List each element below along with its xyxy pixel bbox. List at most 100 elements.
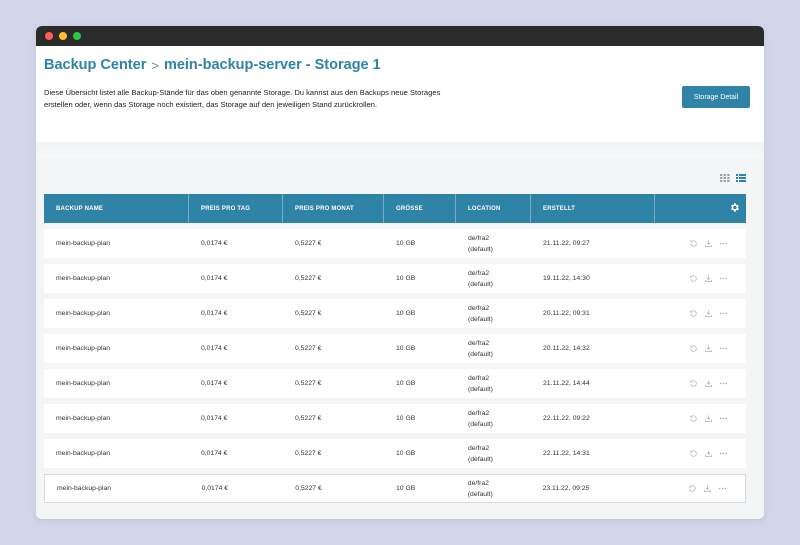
groesse: 10 GB (396, 450, 416, 457)
column-header-backup-name[interactable]: BACKUP NAME (44, 194, 189, 223)
table-row[interactable]: mein-backup-plan 0,0174 € 0,5227 € 10 GB… (44, 334, 746, 363)
view-toggles (720, 174, 746, 182)
table-row[interactable]: mein-backup-plan 0,0174 € 0,5227 € 10 GB… (44, 264, 746, 293)
preis-pro-monat: 0,5227 € (295, 240, 322, 247)
table-row[interactable]: mein-backup-plan 0,0174 € 0,5227 € 10 GB… (44, 474, 746, 503)
backup-name: mein-backup-plan (57, 485, 112, 492)
erstellt-cell: 20.11.22, 09:31 (531, 310, 655, 317)
page-title: mein-backup-server - Storage 1 (163, 57, 381, 73)
column-header-erstellt[interactable]: ERSTELLT (531, 194, 655, 223)
more-icon[interactable] (719, 309, 728, 318)
table-row[interactable]: mein-backup-plan 0,0174 € 0,5227 € 10 GB… (44, 404, 746, 433)
erstellt: 21.11.22, 14:44 (543, 380, 590, 387)
location-region: de/fra2 (468, 269, 490, 277)
download-icon[interactable] (704, 274, 713, 283)
close-window-button[interactable] (45, 32, 53, 40)
column-header-preis-pro-tag[interactable]: PREIS PRO TAG (189, 194, 283, 223)
app-window: Backup Center > mein-backup-server - Sto… (36, 26, 764, 519)
location-cell: de/fra2 (default) (456, 303, 531, 325)
restore-icon[interactable] (689, 239, 698, 248)
preis-monat-cell: 0,5227 € (283, 310, 384, 317)
restore-icon[interactable] (689, 309, 698, 318)
location-label: (default) (468, 315, 493, 323)
download-icon[interactable] (704, 449, 713, 458)
preis-pro-tag: 0,0174 € (201, 485, 229, 492)
grid-icon[interactable] (720, 174, 730, 182)
list-icon[interactable] (736, 174, 746, 182)
table-row[interactable]: mein-backup-plan 0,0174 € 0,5227 € 10 GB… (44, 229, 746, 258)
erstellt: 23.11.22, 09:25 (542, 485, 590, 492)
groesse-cell: 10 GB (384, 415, 456, 422)
preis-tag-cell: 0,0174 € (189, 345, 283, 352)
more-icon[interactable] (719, 414, 728, 423)
breadcrumb-separator: > (151, 57, 159, 73)
erstellt: 22.11.22, 14:31 (543, 450, 590, 457)
more-icon[interactable] (719, 274, 728, 283)
section-divider (36, 142, 764, 158)
erstellt-cell: 21.11.22, 14:44 (531, 380, 655, 387)
backup-name-cell: mein-backup-plan (44, 450, 189, 457)
erstellt: 21.11.22, 09:27 (543, 240, 590, 247)
restore-icon[interactable] (689, 344, 698, 353)
more-icon[interactable] (719, 239, 728, 248)
table-row[interactable]: mein-backup-plan 0,0174 € 0,5227 € 10 GB… (44, 439, 746, 468)
column-header-preis-pro-monat[interactable]: PREIS PRO MONAT (283, 194, 384, 223)
groesse: 10 GB (396, 380, 416, 387)
restore-icon[interactable] (689, 274, 698, 283)
groesse: 10 GB (396, 485, 416, 492)
preis-tag-cell: 0,0174 € (189, 240, 283, 247)
backup-name-cell: mein-backup-plan (44, 345, 189, 352)
download-icon[interactable] (704, 414, 713, 423)
download-icon[interactable] (704, 379, 713, 388)
preis-monat-cell: 0,5227 € (283, 380, 384, 387)
location-region: de/fra2 (467, 479, 489, 487)
erstellt: 19.11.22, 14:30 (543, 275, 590, 282)
maximize-window-button[interactable] (73, 32, 81, 40)
column-header-groesse[interactable]: GRÖSSE (384, 194, 456, 223)
preis-pro-monat: 0,5227 € (295, 450, 322, 457)
row-actions (655, 379, 746, 388)
row-actions (655, 449, 746, 458)
backup-name-cell: mein-backup-plan (44, 415, 189, 422)
preis-pro-tag: 0,0174 € (201, 275, 228, 282)
preis-monat-cell: 0,5227 € (283, 240, 384, 247)
download-icon[interactable] (703, 484, 712, 493)
more-icon[interactable] (719, 379, 728, 388)
restore-icon[interactable] (689, 414, 698, 423)
table-row[interactable]: mein-backup-plan 0,0174 € 0,5227 € 10 GB… (44, 369, 746, 398)
backup-name-cell: mein-backup-plan (44, 380, 189, 387)
row-actions (654, 484, 745, 493)
location-label: (default) (468, 245, 493, 253)
download-icon[interactable] (704, 309, 713, 318)
download-icon[interactable] (704, 344, 713, 353)
breadcrumb-root-link[interactable]: Backup Center (44, 57, 146, 73)
row-actions (655, 344, 746, 353)
groesse: 10 GB (396, 345, 416, 352)
preis-pro-tag: 0,0174 € (201, 310, 228, 317)
groesse-cell: 10 GB (384, 485, 456, 492)
restore-icon[interactable] (689, 449, 698, 458)
table-row[interactable]: mein-backup-plan 0,0174 € 0,5227 € 10 GB… (44, 299, 746, 328)
preis-pro-monat: 0,5227 € (295, 310, 322, 317)
more-icon[interactable] (719, 344, 728, 353)
backup-name: mein-backup-plan (56, 275, 111, 282)
row-actions (655, 274, 746, 283)
erstellt-cell: 22.11.22, 14:31 (531, 450, 655, 457)
backup-name: mein-backup-plan (56, 240, 111, 247)
column-header-location[interactable]: LOCATION (456, 194, 531, 223)
more-icon[interactable] (719, 449, 728, 458)
download-icon[interactable] (704, 239, 713, 248)
location-cell: de/fra2 (default) (456, 338, 531, 360)
more-icon[interactable] (718, 484, 727, 493)
preis-tag-cell: 0,0174 € (189, 415, 283, 422)
groesse-cell: 10 GB (384, 275, 456, 282)
location-label: (default) (468, 280, 493, 288)
erstellt: 20.11.22, 14:32 (543, 345, 590, 352)
storage-detail-button[interactable]: Storage Detail (682, 86, 750, 108)
preis-monat-cell: 0,5227 € (283, 450, 384, 457)
backup-name: mein-backup-plan (56, 345, 111, 352)
restore-icon[interactable] (688, 484, 697, 493)
minimize-window-button[interactable] (59, 32, 67, 40)
restore-icon[interactable] (689, 379, 698, 388)
gear-icon[interactable] (729, 202, 740, 215)
